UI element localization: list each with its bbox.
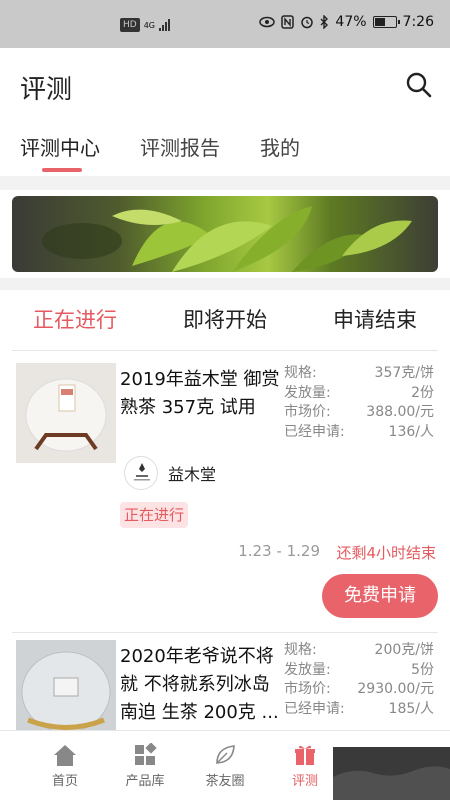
spec-value: 2930.00/元 (357, 681, 434, 697)
network-indicators: HD 4G (120, 18, 170, 32)
nfc-icon (281, 15, 295, 29)
date-range: 1.23 - 1.29 (238, 542, 320, 560)
gift-icon (295, 745, 315, 765)
product-title: 2020年老爷说不将就 不将就系列冰岛南迫 生茶 200克 ... (120, 646, 279, 723)
status-badge: 正在进行 (120, 502, 189, 528)
status-tabs: 正在进行 即将开始 申请结束 (0, 296, 450, 348)
tab-label: 我的 (260, 136, 300, 160)
spec-value: 200克/饼 (374, 642, 434, 658)
spec-label: 规格: (284, 365, 317, 381)
hd-badge: HD (120, 18, 140, 32)
nav-label: 评测 (291, 774, 318, 789)
leaf-icon (216, 745, 235, 764)
nav-tea-friends[interactable]: 茶友圈 (185, 731, 265, 800)
spec-applied: 已经申请: 185/人 (284, 700, 434, 720)
brand-info[interactable]: 益木堂 (124, 456, 216, 490)
section-divider (0, 278, 450, 290)
list-divider (12, 350, 438, 351)
brand-name: 益木堂 (168, 465, 217, 484)
spec-value: 185/人 (388, 700, 434, 717)
promo-banner[interactable] (12, 196, 438, 272)
page-title: 评测 (20, 74, 73, 105)
tea-cake-image (16, 640, 116, 730)
product-image (16, 640, 116, 730)
spec-label: 市场价: (284, 681, 331, 697)
spec-price: 市场价: 2930.00/元 (284, 680, 434, 700)
spec-value: 2份 (411, 384, 434, 401)
search-button[interactable] (404, 70, 434, 100)
spec-value: 136/人 (388, 423, 434, 440)
spec-size: 规格: 357克/饼 (284, 364, 434, 384)
spec-label: 已经申请: (284, 423, 345, 440)
section-divider (0, 176, 450, 190)
tab-review-center[interactable]: 评测中心 (20, 126, 100, 172)
spec-value: 5份 (411, 661, 434, 678)
active-tab-indicator (42, 168, 82, 172)
spec-label: 发放量: (284, 661, 331, 678)
list-item[interactable]: 2019年益木堂 御赏 熟茶 357克 试用 规格: 357克/饼 发放量: 2份 … (0, 360, 450, 630)
battery-percent: 47% (335, 14, 367, 30)
alarm-icon (301, 16, 314, 29)
status-bar: HD 4G 47% 7:26 (0, 0, 450, 48)
nav-label: 首页 (51, 774, 78, 789)
floating-preview-thumbnail (333, 747, 450, 800)
product-image (16, 363, 116, 463)
tab-mine[interactable]: 我的 (260, 126, 300, 172)
nav-label: 茶友圈 (205, 774, 245, 789)
product-specs: 规格: 357克/饼 发放量: 2份 市场价: 388.00/元 已经申请: 136/人 (284, 364, 434, 442)
network-type: 4G (143, 20, 155, 30)
spec-quantity: 发放量: 5份 (284, 661, 434, 681)
brand-logo (124, 456, 158, 490)
grid-icon (135, 743, 157, 765)
spec-label: 发放量: (284, 384, 331, 401)
nav-label: 产品库 (125, 774, 165, 789)
subtab-upcoming[interactable]: 即将开始 (150, 296, 300, 348)
home-icon (54, 745, 76, 766)
spec-applied: 已经申请: 136/人 (284, 423, 434, 443)
nav-home[interactable]: 首页 (25, 731, 105, 800)
spec-label: 已经申请: (284, 700, 345, 717)
free-apply-button[interactable]: 免费申请 (322, 574, 438, 618)
tea-cake-image (16, 363, 116, 463)
system-indicators: 47% 7:26 (259, 14, 434, 30)
subtab-in-progress[interactable]: 正在进行 (0, 296, 150, 348)
spec-price: 市场价: 388.00/元 (284, 403, 434, 423)
list-divider (12, 632, 438, 633)
eye-icon (259, 16, 276, 28)
spec-label: 规格: (284, 642, 317, 658)
tab-review-report[interactable]: 评测报告 (140, 126, 220, 172)
tea-leaves-image (42, 206, 412, 272)
list-item[interactable]: 2020年老爷说不将就 不将就系列冰岛南迫 生茶 200克 ... 规格: 200… (0, 637, 450, 730)
spec-value: 357克/饼 (374, 365, 434, 381)
product-title: 2019年益木堂 御赏 熟茶 357克 试用 (120, 369, 280, 418)
signal-icon (159, 19, 170, 31)
product-specs: 规格: 200克/饼 发放量: 5份 市场价: 2930.00/元 已经申请: 185/… (284, 641, 434, 719)
spec-quantity: 发放量: 2份 (284, 384, 434, 404)
top-tabs: 评测中心 评测报告 我的 (0, 126, 450, 176)
clock: 7:26 (402, 14, 434, 30)
tab-label: 评测中心 (20, 136, 100, 160)
spec-value: 388.00/元 (366, 404, 434, 420)
tab-label: 评测报告 (140, 136, 220, 160)
bluetooth-icon (320, 15, 329, 29)
nav-products[interactable]: 产品库 (105, 731, 185, 800)
app-bar: 评测 (0, 48, 450, 126)
spec-label: 市场价: (284, 404, 331, 420)
time-remaining: 还剩4小时结束 (336, 544, 436, 562)
battery-icon (372, 16, 400, 28)
subtab-ended[interactable]: 申请结束 (300, 296, 450, 348)
search-icon (406, 72, 432, 98)
spec-size: 规格: 200克/饼 (284, 641, 434, 661)
